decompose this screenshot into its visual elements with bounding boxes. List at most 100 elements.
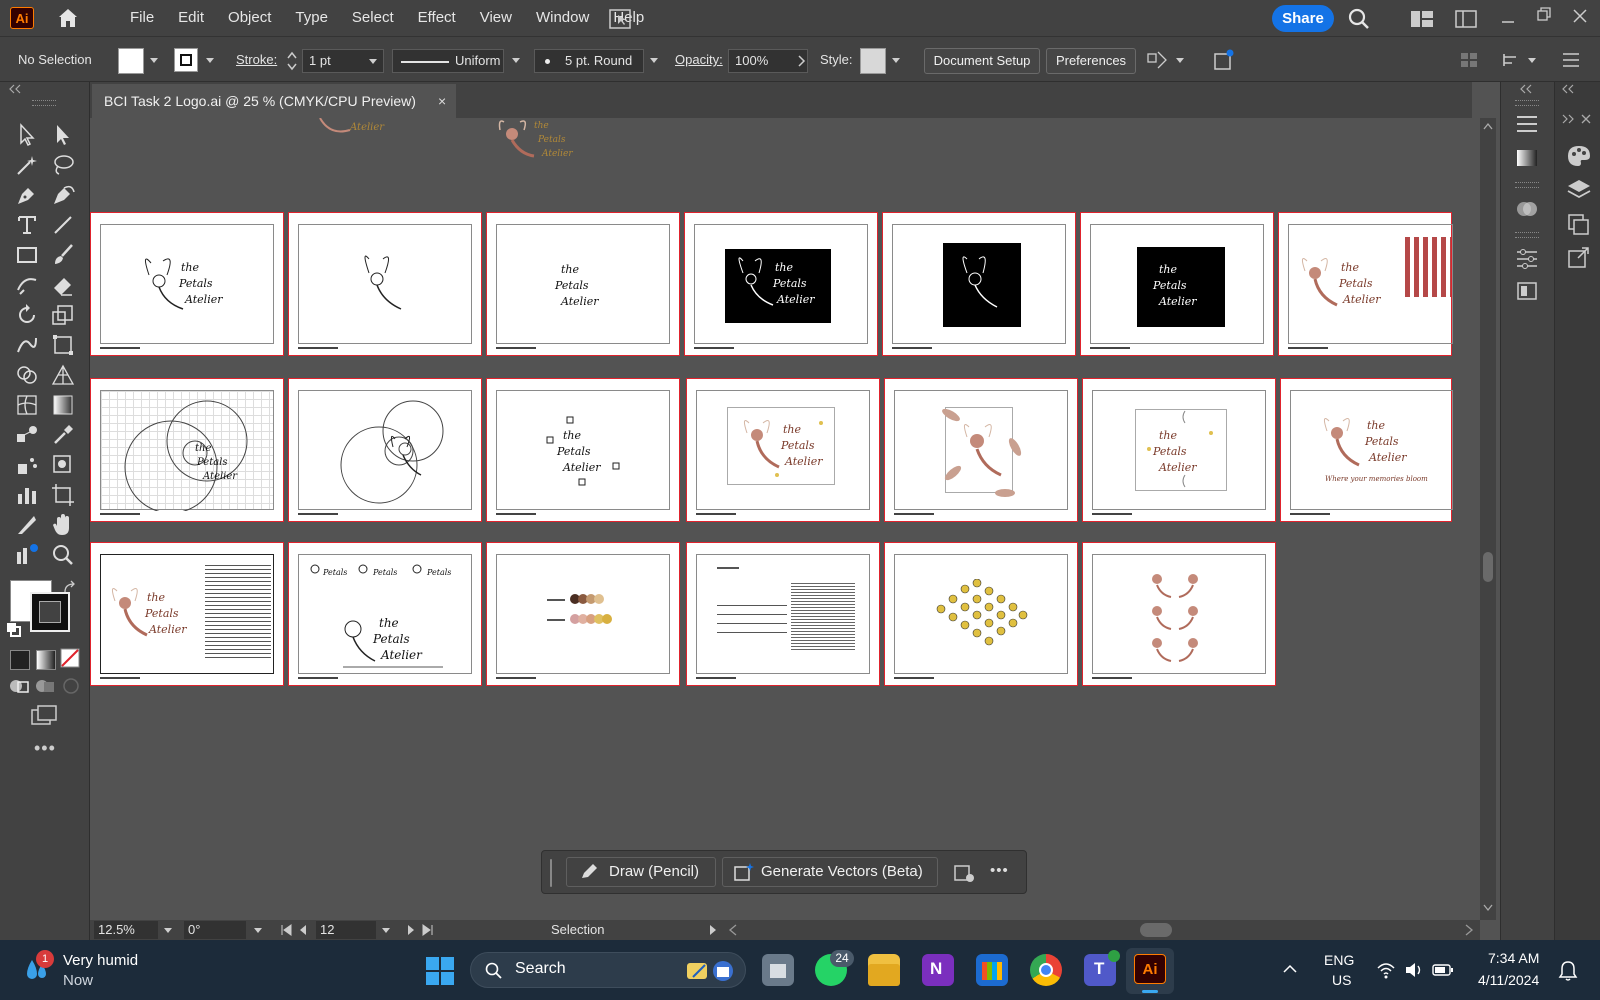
chevron-down-icon[interactable] <box>1528 58 1536 63</box>
menu-edit[interactable]: Edit <box>166 0 216 36</box>
stroke-weight-field[interactable]: 1 pt <box>302 49 384 73</box>
artboard-fairy-on-black[interactable] <box>882 212 1076 356</box>
menu-view[interactable]: View <box>468 0 524 36</box>
type-tool-icon[interactable] <box>14 212 40 238</box>
scale-tool-icon[interactable] <box>50 302 76 328</box>
color-mode-icon[interactable] <box>10 650 30 670</box>
scroll-left-icon[interactable] <box>728 924 738 936</box>
expand-dock-icon[interactable] <box>1561 114 1575 124</box>
collapse-dock-icon[interactable] <box>1561 84 1575 94</box>
chevron-down-icon[interactable] <box>650 58 658 63</box>
stroke-label[interactable]: Stroke: <box>236 52 277 67</box>
artboard-number-field[interactable]: 12 <box>316 921 376 939</box>
previous-artboard-icon[interactable] <box>298 924 308 936</box>
illustrator-taskbar-button[interactable]: Ai <box>1126 948 1174 994</box>
shaper-tool-icon[interactable] <box>14 272 40 298</box>
draw-normal-icon[interactable] <box>8 676 30 696</box>
edit-toolbar-icon[interactable] <box>14 542 40 568</box>
rotation-field[interactable]: 0° <box>184 921 246 939</box>
horizontal-scroll-thumb[interactable] <box>1140 923 1172 937</box>
screen-mode-icon[interactable] <box>30 704 58 726</box>
wifi-icon[interactable] <box>1376 961 1396 979</box>
close-icon[interactable] <box>1572 8 1588 24</box>
brush-dropdown[interactable]: 5 pt. Round <box>534 49 644 73</box>
lasso-tool-icon[interactable] <box>50 152 76 178</box>
artboard-size-variations[interactable]: Petals Petals Petals the Petals Atelier <box>288 542 482 686</box>
fill-swatch[interactable] <box>118 48 144 74</box>
menu-select[interactable]: Select <box>340 0 406 36</box>
panel-menu-icon[interactable] <box>1562 52 1580 68</box>
document-tab[interactable]: BCI Task 2 Logo.ai @ 25 % (CMYK/CPU Prev… <box>92 84 456 118</box>
chevron-down-icon[interactable] <box>164 928 172 933</box>
gradient-panel-icon[interactable] <box>1515 148 1539 168</box>
artboard-letter-document[interactable] <box>686 542 880 686</box>
swap-colors-icon[interactable] <box>62 580 78 596</box>
collapse-icon[interactable] <box>8 84 22 94</box>
onenote-icon[interactable]: N <box>922 954 954 986</box>
arrange-icon[interactable] <box>1460 52 1478 68</box>
hand-tool-icon[interactable] <box>50 512 76 538</box>
notifications-icon[interactable] <box>1558 960 1578 982</box>
color-palette-icon[interactable] <box>1566 144 1592 168</box>
image-recolor-icon[interactable] <box>953 863 975 883</box>
style-swatch[interactable] <box>860 48 886 74</box>
chevron-down-icon[interactable] <box>206 58 214 63</box>
canvas-area[interactable]: Atelier the Petals Atelier the Petals Atelie… <box>90 118 1480 920</box>
scroll-thumb[interactable] <box>1483 552 1493 582</box>
artboard-pattern-fairies[interactable] <box>1082 542 1276 686</box>
search-icon[interactable] <box>1348 8 1370 30</box>
battery-icon[interactable] <box>1432 963 1454 977</box>
magic-wand-icon[interactable] <box>14 152 40 178</box>
rectangle-tool-icon[interactable] <box>14 242 40 268</box>
more-tools-icon[interactable]: ••• <box>34 738 56 759</box>
gradient-tool-icon[interactable] <box>50 392 76 418</box>
opacity-field[interactable]: 100% <box>728 49 808 73</box>
stroke-swatch[interactable] <box>174 48 198 72</box>
menu-file[interactable]: File <box>118 0 166 36</box>
chevron-down-icon[interactable] <box>512 58 520 63</box>
artboard-fairy-petals[interactable] <box>884 378 1078 522</box>
show-hidden-icons-icon[interactable] <box>1282 964 1298 974</box>
minimize-icon[interactable] <box>1500 10 1516 26</box>
close-dock-icon[interactable] <box>1581 114 1591 124</box>
workspace-layout-icon[interactable] <box>1410 10 1434 28</box>
symbol-sprayer-icon[interactable] <box>14 452 40 478</box>
artboard-wordmark-on-black[interactable]: the Petals Atelier <box>1080 212 1274 356</box>
artboard-color-swatches[interactable] <box>486 542 680 686</box>
eyedropper-icon[interactable] <box>50 422 76 448</box>
close-tab-icon[interactable]: × <box>438 84 446 118</box>
paintbrush-tool-icon[interactable] <box>50 242 76 268</box>
preferences-button[interactable]: Preferences <box>1046 48 1136 74</box>
menu-effect[interactable]: Effect <box>406 0 468 36</box>
curvature-tool-icon[interactable] <box>50 182 76 208</box>
graph-tool-icon[interactable] <box>14 482 40 508</box>
artboard-fairy-outline[interactable] <box>288 212 482 356</box>
share-button[interactable]: Share <box>1272 5 1334 32</box>
arrange-documents-icon[interactable] <box>608 8 632 30</box>
microsoft-store-icon[interactable] <box>976 954 1008 986</box>
drag-handle[interactable] <box>550 859 552 887</box>
chrome-icon[interactable] <box>1030 954 1062 986</box>
rotate-tool-icon[interactable] <box>14 302 40 328</box>
chevron-down-icon[interactable] <box>382 928 390 933</box>
mesh-tool-icon[interactable] <box>14 392 40 418</box>
draw-pencil-button[interactable]: Draw (Pencil) <box>566 857 716 887</box>
volume-icon[interactable] <box>1404 961 1424 979</box>
live-paint-icon[interactable] <box>50 452 76 478</box>
selection-tool-icon[interactable] <box>14 122 40 148</box>
menu-window[interactable]: Window <box>524 0 601 36</box>
warp-tool-icon[interactable] <box>14 332 40 358</box>
status-menu-icon[interactable] <box>708 924 718 936</box>
artboard-color-palette[interactable]: the Petals Atelier <box>1278 212 1453 356</box>
collapse-panels-icon[interactable] <box>1519 84 1533 94</box>
vertical-scrollbar[interactable] <box>1480 118 1496 920</box>
chevron-right-icon[interactable] <box>798 55 806 67</box>
artboard-logo-tagline[interactable]: the Petals Atelier Where your memories bloo… <box>1280 378 1453 522</box>
zoom-tool-icon[interactable] <box>50 542 76 568</box>
stroke-profile-dropdown[interactable]: Uniform <box>392 49 504 73</box>
artboard-tool-icon[interactable] <box>50 482 76 508</box>
draw-inside-icon[interactable] <box>60 676 82 696</box>
more-options-icon[interactable]: ••• <box>990 862 1009 879</box>
chevron-down-icon[interactable] <box>892 58 900 63</box>
artboards-panel-icon[interactable] <box>1515 280 1539 302</box>
